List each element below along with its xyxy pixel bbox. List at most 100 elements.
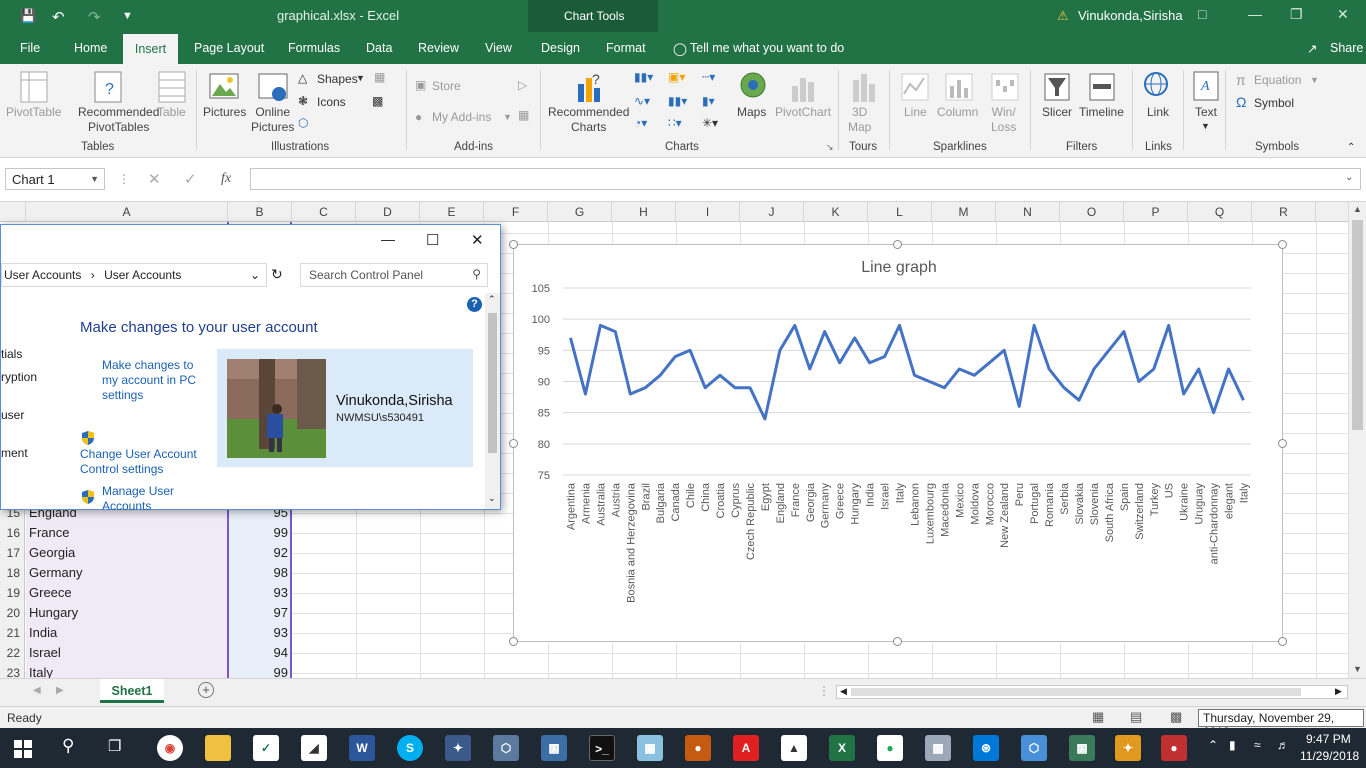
undo-icon[interactable]: ↶ [52,8,65,26]
series-line[interactable] [569,323,1245,421]
scroll-up-icon[interactable]: ▲ [1353,204,1362,214]
show-hidden-icons-icon[interactable]: ⌃ [1208,738,1218,752]
expand-formula-bar-icon[interactable]: ⌄ [1345,172,1353,183]
line-chart-icon[interactable]: ∿▾ [634,94,650,108]
pictures-button[interactable]: Pictures [203,105,246,120]
chart-title[interactable]: Line graph [861,259,937,276]
tab-data[interactable]: Data [366,41,392,55]
column-header-e[interactable]: E [420,202,484,222]
resize-handle-nw[interactable] [509,240,518,249]
tab-page-layout[interactable]: Page Layout [194,41,264,55]
combo-chart-icon[interactable]: ▮▾ [702,94,715,108]
restore-icon[interactable]: ❐ [1290,6,1303,23]
tell-me-box[interactable]: Tell me what you want to do [690,41,844,55]
change-uac-settings-link[interactable]: Change User Account Control settings [80,447,197,477]
minimize-icon[interactable]: — [381,231,395,247]
waterfall-chart-icon[interactable]: ┄▾ [702,70,715,84]
name-box[interactable]: Chart 1 ▼ [5,168,105,190]
column-header-c[interactable]: C [292,202,356,222]
cell-value[interactable]: 92 [229,543,291,563]
row-header[interactable]: 21 [0,623,25,643]
visual-studio-code-icon[interactable]: ⊛ [973,735,999,761]
text-button[interactable]: Text [1195,105,1217,120]
cell-country[interactable]: Hungary [26,603,228,623]
maximize-icon[interactable]: ☐ [426,231,439,249]
name-box-dropdown-icon[interactable]: ▼ [90,174,99,184]
icons-button[interactable]: Icons [317,95,346,109]
column-header-g[interactable]: G [548,202,612,222]
scroll-down-icon[interactable]: ⌄ [488,493,496,504]
close-icon[interactable]: ✕ [1337,6,1349,23]
row-header[interactable]: 18 [0,563,25,583]
column-header-f[interactable]: F [484,202,548,222]
sidebar-link-credentials[interactable]: tials [1,347,22,361]
confirm-entry-icon[interactable]: ✓ [184,170,197,188]
maps-button[interactable]: Maps [737,105,766,120]
smartart-icon[interactable]: ▦ [374,70,385,84]
cell-value[interactable]: 98 [229,563,291,583]
column-header-d[interactable]: D [356,202,420,222]
resize-handle-w[interactable] [509,439,518,448]
prev-sheet-icon[interactable]: ◀ [33,685,41,696]
resize-handle-se[interactable] [1278,637,1287,646]
windows-start-icon[interactable] [14,740,32,758]
slicer-button[interactable]: Slicer [1042,105,1072,120]
row-header[interactable]: 22 [0,643,25,663]
row-header[interactable]: 17 [0,543,25,563]
tab-formulas[interactable]: Formulas [288,41,340,55]
resize-handle-ne[interactable] [1278,240,1287,249]
sidebar-link-management[interactable]: ment [1,446,28,460]
pivottable-button[interactable]: PivotTable [6,105,61,120]
horizontal-scroll-thumb[interactable] [851,688,1301,696]
cell-country[interactable]: Germany [26,563,228,583]
search-icon[interactable]: ⚲ [472,267,481,281]
acrobat-icon[interactable]: A [733,735,759,761]
column-header-k[interactable]: K [804,202,868,222]
search-icon[interactable]: ⚲ [62,736,74,756]
row-header[interactable]: 19 [0,583,25,603]
formula-input[interactable] [250,168,1361,190]
hierarchy-chart-icon[interactable]: ▣▾ [668,70,685,84]
column-header-q[interactable]: Q [1188,202,1252,222]
column-header-n[interactable]: N [996,202,1060,222]
bing-maps-icon[interactable]: ▷ [518,78,527,92]
cell-value[interactable]: 93 [229,623,291,643]
vertical-scrollbar[interactable]: ▲ ▼ [1348,202,1366,678]
signed-in-user[interactable]: Vinukonda,Sirisha [1078,8,1183,23]
vertical-scroll-thumb[interactable] [1352,220,1363,430]
shapes-dropdown-icon[interactable]: ▼ [356,73,365,83]
charts-dialog-launcher-icon[interactable]: ↘ [826,142,834,153]
sticky-notes-icon[interactable]: ◢ [301,735,327,761]
page-layout-view-icon[interactable]: ▤ [1130,709,1142,725]
next-sheet-icon[interactable]: ▶ [56,685,64,696]
tab-format[interactable]: Format [606,41,646,55]
address-bar[interactable]: User Accounts › User Accounts ⌄ [1,263,267,287]
normal-view-icon[interactable]: ▦ [1092,709,1104,725]
scroll-up-icon[interactable]: ⌃ [488,294,496,305]
statistic-chart-icon[interactable]: ▮▮▾ [668,94,687,108]
line-chart[interactable]: Line graph 75 80 85 90 95 100 105 Argentina Arm… [509,240,1287,646]
command-prompt-icon[interactable]: >_ [589,735,615,761]
help-icon[interactable]: ? [467,297,482,312]
share-button[interactable]: Share [1330,41,1363,55]
customize-quick-access-icon[interactable]: ▼ [122,10,133,22]
control-panel-scrollbar[interactable]: ⌃ ⌄ [485,293,500,509]
breadcrumb-user-accounts[interactable]: User Accounts [104,268,181,282]
surface-chart-icon[interactable]: ✳▾ [702,116,718,130]
shapes-button[interactable]: Shapes [317,72,358,86]
recommended-charts-button[interactable]: Recommended Charts [548,105,629,135]
column-header-p[interactable]: P [1124,202,1188,222]
select-all-corner[interactable] [0,202,26,222]
photos-icon[interactable]: ▲ [781,735,807,761]
tab-insert[interactable]: Insert [123,34,178,64]
address-dropdown-icon[interactable]: ⌄ [250,268,260,282]
app-icon[interactable]: ▩ [1069,735,1095,761]
cell-value[interactable]: 99 [229,523,291,543]
column-header-h[interactable]: H [612,202,676,222]
insert-function-icon[interactable]: fx [221,171,231,187]
resize-handle-n[interactable] [893,240,902,249]
project-icon[interactable]: ✓ [253,735,279,761]
chrome-icon[interactable]: ◉ [157,735,183,761]
my-addins-button[interactable]: My Add-ins [432,110,491,124]
timeline-button[interactable]: Timeline [1079,105,1124,120]
